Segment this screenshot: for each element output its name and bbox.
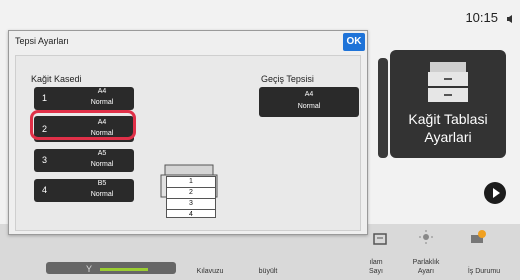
cassette-number: 1 <box>42 93 48 103</box>
cassette-size: A5 <box>97 150 107 157</box>
selected-cassette-highlight <box>30 110 136 140</box>
cassette-size: B5 <box>97 180 107 187</box>
cassette-size: A4 <box>97 88 107 95</box>
ok-button[interactable]: OK <box>343 33 365 51</box>
tile-label-line2: Ayarlari <box>424 129 472 145</box>
shortcut-enlarge[interactable]: büyült <box>248 267 288 276</box>
shortcut-guide[interactable]: Kılavuzu <box>190 267 230 276</box>
clock: 10:15 <box>465 10 498 25</box>
cassette-type: Normal <box>90 191 114 198</box>
cassette-type: Normal <box>90 99 114 106</box>
tray-row-1: 1 <box>167 177 215 188</box>
shortcut-counter[interactable]: ılam Sayı <box>356 258 396 276</box>
bypass-size: A4 <box>304 91 314 98</box>
dialog-title: Tepsi Ayarları <box>15 36 69 46</box>
bypass-tray-button[interactable]: A4 Normal <box>259 87 359 117</box>
cassette-number: 4 <box>42 185 48 195</box>
brightness-icon[interactable] <box>418 230 434 244</box>
shortcut-brightness-label1: Parlaklık <box>412 259 440 266</box>
cassette-number: 3 <box>42 155 48 165</box>
cassette-4-button[interactable]: 4 B5 Normal <box>34 179 134 202</box>
shortcut-counter-label1: ılam <box>369 259 383 266</box>
shortcut-counter-label2: Sayı <box>368 268 383 275</box>
speaker-icon[interactable] <box>506 14 516 24</box>
bypass-section-label: Geçiş Tepsisi <box>261 74 314 84</box>
tray-row-3: 3 <box>167 199 215 210</box>
tile-label-line1: Kağit Tablasi <box>408 111 488 127</box>
cassette-1-button[interactable]: 1 A4 Normal <box>34 87 134 110</box>
next-page-button[interactable] <box>484 182 506 204</box>
background-tile[interactable] <box>378 58 388 158</box>
tray-row-2: 2 <box>167 188 215 199</box>
cassette-section-label: Kağit Kasedi <box>31 74 82 84</box>
shortcut-enlarge-label: büyült <box>258 268 278 275</box>
toner-y-label: Y <box>86 264 93 274</box>
tray-stack: 1 2 3 4 <box>166 176 216 218</box>
paper-tray-settings-tile[interactable]: Kağit Tablasi Ayarlari <box>390 50 506 158</box>
tile-label: Kağit Tablasi Ayarlari <box>390 110 506 146</box>
shortcut-guide-label: Kılavuzu <box>196 268 224 275</box>
toner-level-bar <box>100 268 148 271</box>
counter-icon[interactable] <box>372 232 388 246</box>
job-status-icon[interactable] <box>470 230 486 244</box>
shortcut-job-status[interactable]: İş Durumu <box>460 267 508 276</box>
tray-settings-dialog: Tepsi Ayarları OK Kağit Kasedi Geçiş Tep… <box>8 30 368 235</box>
bypass-type: Normal <box>297 103 321 110</box>
shortcut-job-status-label: İş Durumu <box>467 268 501 275</box>
cassette-3-button[interactable]: 3 A5 Normal <box>34 149 134 172</box>
home-screen: 10:15 Kağit Tablasi Ayarlari Y Kılavuzu … <box>0 0 520 280</box>
shortcut-brightness[interactable]: Parlaklık Ayarı <box>406 258 446 276</box>
cassette-type: Normal <box>90 161 114 168</box>
shortcut-brightness-label2: Ayarı <box>417 268 435 275</box>
tray-row-4: 4 <box>189 211 193 218</box>
paper-tray-icon <box>428 62 468 102</box>
